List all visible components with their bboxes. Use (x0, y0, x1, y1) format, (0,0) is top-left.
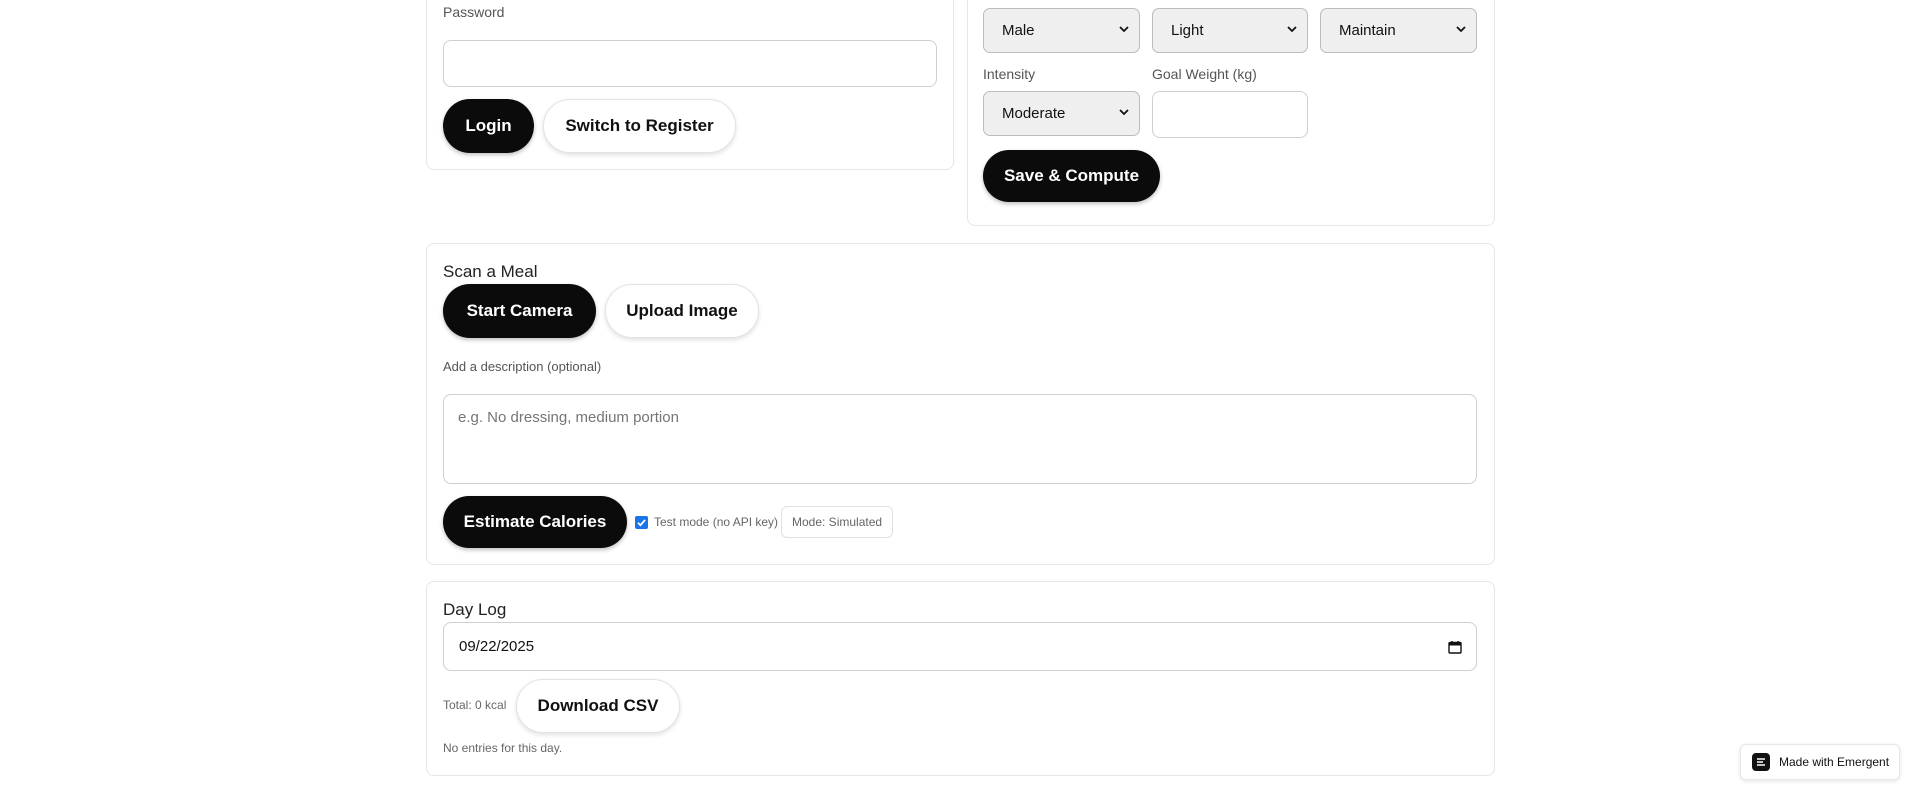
emergent-logo-icon (1752, 753, 1770, 771)
switch-to-register-button[interactable]: Switch to Register (543, 99, 736, 153)
password-label: Password (443, 4, 505, 20)
chevron-down-icon (1119, 25, 1129, 32)
intensity-label: Intensity (983, 66, 1036, 82)
date-input[interactable]: 09/22/2025 (443, 622, 1477, 671)
download-csv-button[interactable]: Download CSV (516, 679, 680, 733)
description-label: Add a description (optional) (443, 359, 602, 374)
start-camera-button[interactable]: Start Camera (443, 284, 596, 338)
calendar-icon (1448, 641, 1462, 654)
estimate-calories-button[interactable]: Estimate Calories (443, 496, 627, 548)
description-textarea[interactable] (443, 394, 1477, 484)
scan-meal-title: Scan a Meal (443, 262, 538, 281)
test-mode-label: Test mode (no API key) (654, 515, 779, 529)
badge-text: Made with Emergent (1779, 755, 1890, 769)
empty-entries-text: No entries for this day. (443, 741, 563, 755)
upload-image-button[interactable]: Upload Image (605, 284, 759, 338)
goal-weight-label: Goal Weight (kg) (1152, 66, 1257, 82)
save-compute-button[interactable]: Save & Compute (983, 150, 1160, 202)
activity-select[interactable]: Light (1152, 8, 1308, 53)
chevron-down-icon (1456, 25, 1466, 32)
login-button[interactable]: Login (443, 99, 534, 153)
checkmark-icon (637, 519, 646, 527)
total-calories-text: Total: 0 kcal (443, 698, 507, 712)
goal-select[interactable]: Maintain (1320, 8, 1477, 53)
password-input[interactable] (443, 40, 937, 87)
chevron-down-icon (1287, 25, 1297, 32)
chevron-down-icon (1119, 108, 1129, 115)
date-value: 09/22/2025 (459, 638, 535, 655)
intensity-select-value: Moderate (1002, 105, 1066, 122)
goal-weight-input[interactable] (1152, 91, 1308, 138)
made-with-emergent-badge[interactable]: Made with Emergent (1740, 744, 1900, 780)
sex-select[interactable]: Male (983, 8, 1140, 53)
day-log-title: Day Log (443, 600, 507, 619)
activity-select-value: Light (1171, 22, 1204, 39)
test-mode-checkbox[interactable] (635, 516, 648, 529)
sex-select-value: Male (1002, 22, 1035, 39)
intensity-select[interactable]: Moderate (983, 91, 1140, 136)
goal-select-value: Maintain (1339, 22, 1396, 39)
mode-badge: Mode: Simulated (781, 506, 894, 538)
